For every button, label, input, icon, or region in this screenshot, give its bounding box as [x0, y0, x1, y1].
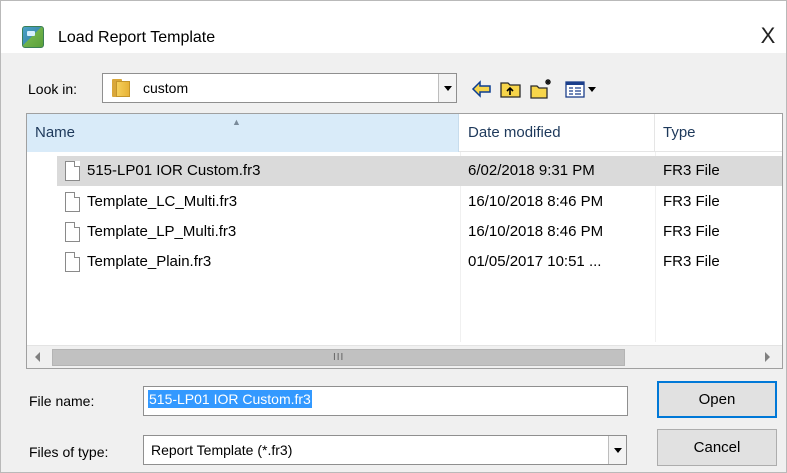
file-date: 01/05/2017 10:51 ... — [468, 253, 602, 270]
open-button[interactable]: Open — [657, 381, 777, 418]
list-item[interactable]: Template_LC_Multi.fr3 16/10/2018 8:46 PM… — [57, 187, 782, 217]
file-icon — [65, 252, 80, 272]
file-name: Template_Plain.fr3 — [87, 253, 212, 270]
file-type-value: Report Template (*.fr3) — [151, 442, 293, 458]
file-type: FR3 File — [663, 162, 720, 179]
chevron-down-icon[interactable] — [438, 74, 456, 102]
back-arrow-icon[interactable] — [470, 77, 494, 101]
file-list[interactable]: ▲ Name Date modified Type 515-LP01 IOR C… — [26, 113, 783, 369]
new-folder-icon[interactable] — [529, 77, 553, 101]
report-app-icon — [22, 26, 44, 48]
cancel-button[interactable]: Cancel — [657, 429, 777, 466]
file-name: Template_LP_Multi.fr3 — [87, 223, 237, 240]
file-date: 16/10/2018 8:46 PM — [468, 223, 604, 240]
column-header: ▲ Name Date modified Type — [27, 114, 782, 152]
scrollbar-grip: III — [333, 352, 345, 363]
close-icon[interactable]: X — [753, 22, 783, 50]
file-date: 16/10/2018 8:46 PM — [468, 193, 604, 210]
scrollbar-thumb[interactable]: III — [52, 349, 625, 366]
file-name-field[interactable]: 515-LP01 IOR Custom.fr3 — [143, 386, 628, 416]
file-name-label: File name: — [29, 393, 95, 409]
look-in-label: Look in: — [28, 81, 78, 97]
title-bar: Load Report Template X — [1, 1, 786, 53]
file-name: 515-LP01 IOR Custom.fr3 — [87, 162, 261, 179]
file-type: FR3 File — [663, 223, 720, 240]
load-report-template-dialog: Load Report Template X Look in: custom ▲… — [0, 0, 787, 473]
sort-ascending-icon: ▲ — [232, 117, 241, 127]
file-name-value: 515-LP01 IOR Custom.fr3 — [148, 390, 312, 408]
file-icon — [65, 192, 80, 212]
file-name: Template_LC_Multi.fr3 — [87, 193, 238, 210]
column-date-modified[interactable]: Date modified — [460, 114, 655, 152]
column-name[interactable]: ▲ Name — [27, 114, 459, 152]
dialog-title: Load Report Template — [58, 29, 216, 46]
list-item[interactable]: 515-LP01 IOR Custom.fr3 6/02/2018 9:31 P… — [57, 156, 782, 186]
scroll-right-icon[interactable] — [765, 352, 770, 362]
file-type-label: Files of type: — [29, 444, 109, 460]
column-type[interactable]: Type — [655, 114, 782, 152]
file-icon — [65, 161, 80, 181]
view-menu-icon[interactable] — [564, 77, 604, 101]
chevron-down-icon[interactable] — [608, 436, 626, 464]
column-date-label: Date modified — [468, 124, 561, 141]
file-type-dropdown[interactable]: Report Template (*.fr3) — [143, 435, 627, 465]
list-item[interactable]: Template_LP_Multi.fr3 16/10/2018 8:46 PM… — [57, 217, 782, 247]
file-type: FR3 File — [663, 193, 720, 210]
column-type-label: Type — [663, 124, 696, 141]
file-type: FR3 File — [663, 253, 720, 270]
look-in-value: custom — [143, 80, 189, 96]
column-name-label: Name — [35, 124, 76, 141]
file-icon — [65, 222, 80, 242]
folder-icon — [112, 79, 132, 97]
look-in-dropdown[interactable]: custom — [102, 73, 457, 103]
up-folder-icon[interactable] — [499, 77, 523, 101]
file-date: 6/02/2018 9:31 PM — [468, 162, 595, 179]
horizontal-scrollbar[interactable]: III — [27, 345, 782, 368]
list-item[interactable]: Template_Plain.fr3 01/05/2017 10:51 ... … — [57, 247, 782, 277]
scroll-left-icon[interactable] — [35, 352, 40, 362]
